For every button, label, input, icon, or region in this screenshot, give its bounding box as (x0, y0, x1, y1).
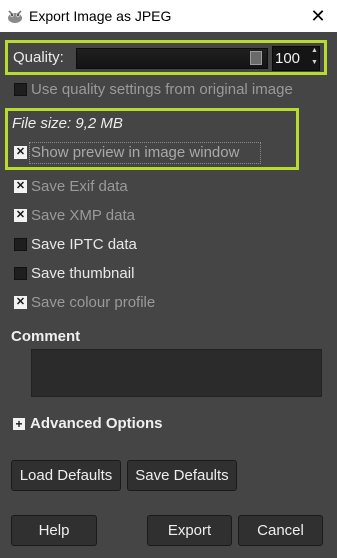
check-x-icon: ✕ (15, 180, 26, 192)
load-defaults-button[interactable]: Load Defaults (11, 460, 121, 491)
spin-down-icon[interactable]: ▼ (311, 59, 318, 66)
check-x-icon: ✕ (15, 296, 26, 308)
show-preview-checkbox[interactable]: ✕ (14, 146, 27, 159)
save-colour-profile-checkbox[interactable]: ✕ (14, 296, 27, 309)
save-iptc-label[interactable]: Save IPTC data (31, 236, 137, 253)
help-button[interactable]: Help (11, 515, 97, 546)
save-iptc-checkbox[interactable] (14, 238, 27, 251)
comment-textarea[interactable] (31, 349, 322, 397)
save-exif-label[interactable]: Save Exif data (31, 178, 128, 195)
save-xmp-checkbox[interactable]: ✕ (14, 209, 27, 222)
advanced-options-label[interactable]: Advanced Options (30, 415, 163, 432)
show-preview-label[interactable]: Show preview in image window (31, 144, 239, 161)
quality-value[interactable]: 100 (275, 50, 300, 67)
use-quality-checkbox[interactable] (14, 83, 27, 96)
quality-label: Quality: (13, 49, 64, 66)
cancel-button[interactable]: Cancel (238, 515, 323, 546)
quality-slider-handle[interactable] (250, 51, 262, 65)
title-bar: Export Image as JPEG ✕ (0, 0, 337, 32)
save-xmp-label[interactable]: Save XMP data (31, 207, 135, 224)
window-title: Export Image as JPEG (29, 8, 172, 24)
save-colour-profile-label[interactable]: Save colour profile (31, 294, 155, 311)
file-size-label: File size: 9,2 MB (12, 115, 123, 132)
save-thumbnail-checkbox[interactable] (14, 267, 27, 280)
save-thumbnail-label[interactable]: Save thumbnail (31, 265, 134, 282)
save-defaults-button[interactable]: Save Defaults (127, 460, 237, 491)
close-button[interactable]: ✕ (305, 4, 331, 28)
save-exif-checkbox[interactable]: ✕ (14, 180, 27, 193)
close-icon: ✕ (310, 5, 326, 26)
quality-slider[interactable] (76, 48, 268, 69)
check-x-icon: ✕ (15, 146, 26, 158)
advanced-options-expander[interactable]: + (13, 418, 25, 430)
check-x-icon: ✕ (15, 209, 26, 221)
comment-label: Comment (11, 328, 81, 345)
gimp-app-icon (8, 10, 22, 23)
export-button[interactable]: Export (147, 515, 232, 546)
expand-plus-icon: + (15, 416, 23, 431)
use-quality-label[interactable]: Use quality settings from original image (31, 81, 293, 98)
spin-up-icon[interactable]: ▲ (311, 47, 318, 54)
